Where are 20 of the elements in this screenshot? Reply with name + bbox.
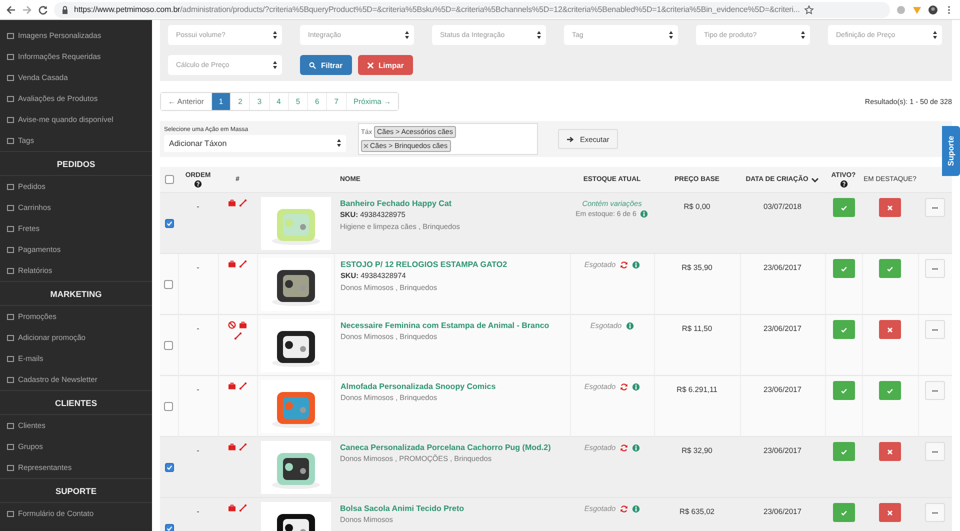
support-tab[interactable]: Suporte <box>942 126 960 176</box>
url-text: https://www.petmimoso.com.br/administration/products/?criteria%5BqueryProduct%5D=&criteria%5Bsku%5D=&criteria%5Bchannels%5D=12&criteria%5Benabled%5D=1&criteria%5Bin_evidence%5D=&criteri... <box>74 5 800 14</box>
product-link[interactable]: Banheiro Fechado Happy Cat <box>340 198 564 209</box>
section-heading: MARKETING <box>50 288 102 298</box>
product-link[interactable]: Necessaire Feminina com Estampa de Animal - Branco <box>340 320 564 331</box>
product-link[interactable]: Almofada Personalizada Snoopy Comics <box>340 381 564 392</box>
section-heading: SUPORTE <box>55 486 97 496</box>
product-link[interactable]: Caneca Personalizada Porcelana Cachorro Pug (Mod.2) <box>340 442 564 453</box>
order-value: - <box>196 262 200 272</box>
order-value: - <box>196 384 200 394</box>
action-select[interactable]: Adicionar Táxon <box>164 134 346 152</box>
product-link[interactable]: ESTOJO P/ 12 RELOGIOS ESTAMPA GATO2 <box>340 259 564 270</box>
order-value: - <box>196 201 200 211</box>
order-value: - <box>196 445 200 455</box>
section-heading: CLIENTES <box>54 398 98 408</box>
address-bar[interactable]: https://www.petmimoso.com.br/administration/products/?criteria%5BqueryProduct%5D=&criteria%5Bsku%5D=&criteria%5Bchannels%5D=12&criteria%5Benabled%5D=1&criteria%5Bin_evidence%5D=&criteri... <box>54 2 890 18</box>
product-link[interactable]: Bolsa Sacola Animi Tecido Preto <box>340 503 564 514</box>
order-value: - <box>196 323 200 333</box>
section-heading: PEDIDOS <box>56 158 96 168</box>
order-value: - <box>196 506 200 516</box>
